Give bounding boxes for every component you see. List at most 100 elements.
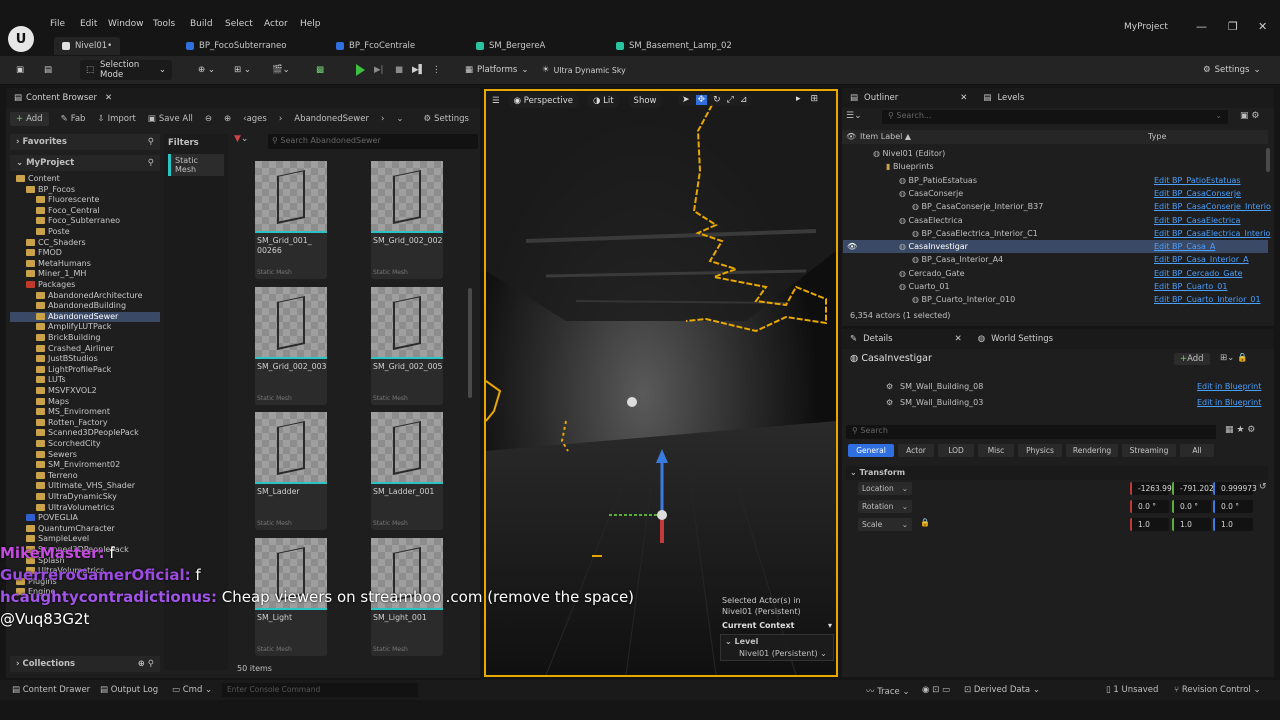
level-selector[interactable]: ⌄ Level Nivel01 (Persistent) ⌄ [720, 634, 834, 661]
folder-tree-item[interactable]: AmplifyLUTPack [10, 322, 160, 333]
rotation-x-field[interactable]: 0.0 ° [1130, 500, 1169, 513]
folder-tree-item[interactable]: SM_Enviroment02 [10, 460, 160, 471]
surface-snap-icon[interactable]: ⊿ [740, 95, 748, 105]
browser-settings-button[interactable]: ⚙ Settings [424, 114, 470, 124]
breadcrumb-parent[interactable]: ‹ages [243, 114, 267, 124]
asset-tile[interactable]: SM_Ladder Static Mesh [255, 412, 327, 530]
search-icon[interactable]: ⚲ [148, 158, 154, 168]
document-tab-5[interactable]: SM_Basement_Lamp_02 [616, 37, 732, 55]
location-z-field[interactable]: 0.999973 [1213, 482, 1257, 495]
hamburger-menu-icon[interactable]: ☰ [492, 96, 500, 106]
console-input[interactable]: Enter Console Command [222, 683, 418, 697]
menu-item-select[interactable]: Select [225, 19, 253, 29]
category-general[interactable]: General [848, 444, 894, 457]
outliner-row[interactable]: ◍ CasaElectrica Edit BP_CasaElectrica [843, 214, 1268, 227]
perspective-button[interactable]: ◉ Perspective [507, 94, 579, 108]
sky-button[interactable]: ☀ Ultra Dynamic Sky [542, 60, 626, 80]
scale-tool-icon[interactable]: ⤢ [727, 95, 734, 105]
folder-tree-item[interactable]: LUTs [10, 375, 160, 386]
details-search-input[interactable]: ⚲ Search [846, 425, 1216, 439]
selection-mode-dropdown[interactable]: ⬚ Selection Mode ⌄ [80, 60, 172, 80]
folder-tree-item[interactable]: Sewers [10, 450, 160, 461]
menu-item-help[interactable]: Help [300, 19, 321, 29]
folder-tree-item[interactable]: Fluorescente [10, 195, 160, 206]
search-icon[interactable]: ⚲ [148, 137, 154, 147]
content-browser-tab[interactable]: ▤ Content Browser ✕ [6, 88, 480, 108]
rotation-z-field[interactable]: 0.0 ° [1213, 500, 1253, 513]
edit-blueprint-link[interactable]: Edit BP_Casa_A [1154, 240, 1215, 253]
trace-button[interactable]: 〰 Trace ⌄ [866, 685, 910, 697]
more-options-icon[interactable]: ⋮ [432, 60, 441, 80]
level-value[interactable]: Nivel01 (Persistent) ⌄ [725, 649, 829, 658]
eject-icon[interactable]: ▶▌ [412, 60, 425, 80]
folder-tree-item[interactable]: Crashed_Airliner [10, 344, 160, 355]
scale-y-field[interactable]: 1.0 [1172, 518, 1211, 531]
outliner-row[interactable]: ◍ CasaConserje Edit BP_CasaConserje [843, 187, 1268, 200]
folder-tree-item[interactable]: Foco_Central [10, 206, 160, 217]
folder-tree-item[interactable]: Foco_Subterraneo [10, 216, 160, 227]
asset-scrollbar[interactable] [468, 288, 472, 398]
maximize-icon[interactable]: ❐ [1228, 20, 1238, 33]
static-mesh-filter-chip[interactable]: Static Mesh [168, 154, 224, 176]
outliner-filter-icon[interactable]: ☰⌄ [846, 111, 868, 121]
levels-tab[interactable]: Levels [997, 93, 1024, 103]
show-button[interactable]: Show [627, 94, 663, 108]
play-button[interactable] [356, 64, 365, 76]
asset-tile[interactable]: SM_Ladder_001 Static Mesh [371, 412, 443, 530]
skip-icon[interactable]: ▶| [374, 60, 383, 80]
unreal-logo-icon[interactable]: U [8, 26, 34, 52]
folder-tree-item[interactable]: ScorchedCity [10, 439, 160, 450]
add-collection-icon[interactable]: ⊕ ⚲ [138, 659, 154, 669]
edit-in-blueprint-link[interactable]: Edit in Blueprint [1197, 395, 1261, 410]
close-tab-icon[interactable]: ✕ [960, 93, 967, 103]
folder-tree-item[interactable]: BP_Focos [10, 185, 160, 196]
close-icon[interactable]: ✕ [1258, 20, 1267, 33]
folder-tree-item[interactable]: AbandonedSewer [10, 311, 160, 323]
edit-blueprint-link[interactable]: Edit BP_Cercado_Gate [1154, 267, 1242, 280]
outliner-row[interactable]: ◍ BP_Casa_Interior_A4 Edit BP_Casa_Interi… [843, 253, 1268, 266]
folder-tree-item[interactable]: Poste [10, 227, 160, 238]
edit-blueprint-link[interactable]: Edit BP_Cuarto_01 [1154, 280, 1227, 293]
folder-tree-item[interactable]: AbandonedBuilding [10, 301, 160, 312]
category-all[interactable]: All [1180, 444, 1214, 457]
forward-icon[interactable]: ⊕ [224, 114, 231, 124]
cinematic-icon[interactable]: ▸ [796, 94, 801, 104]
document-tab-1[interactable]: Nivel01• [54, 37, 121, 55]
outliner-search-input[interactable]: ⚲ Search... ⌄ [882, 110, 1228, 124]
folder-tree-item[interactable]: Rotten_Factory [10, 418, 160, 429]
edit-blueprint-link[interactable]: Edit BP_CasaElectrica_Interio [1154, 227, 1270, 240]
rotation-y-field[interactable]: 0.0 ° [1172, 500, 1211, 513]
folder-tree-item[interactable]: LightProfilePack [10, 365, 160, 376]
derived-data-button[interactable]: ⊡ Derived Data ⌄ [964, 685, 1040, 695]
folder-tree-item[interactable]: UltraDynamicSky [10, 492, 160, 503]
back-icon[interactable]: ⊖ [205, 114, 212, 124]
asset-tile[interactable]: SM_Grid_002_005 Static Mesh [371, 286, 443, 405]
menu-item-file[interactable]: File [50, 19, 65, 29]
close-tab-icon[interactable]: ✕ [955, 334, 962, 344]
move-tool-icon[interactable]: ✥ [695, 95, 708, 105]
content-drawer-button[interactable]: ▤ Content Drawer [12, 685, 90, 695]
item-label-column[interactable]: Item Label ▲ [860, 130, 911, 144]
category-actor[interactable]: Actor [898, 444, 934, 457]
rotation-dropdown[interactable]: Rotation ⌄ [858, 500, 912, 513]
component-row[interactable]: ⚙ SM_Wall_Building_03 Edit in Blueprint [842, 395, 1262, 410]
outliner-row[interactable]: ◍ Nivel01 (Editor) [843, 147, 1268, 160]
folder-tree-item[interactable]: MSVFXVOL2 [10, 386, 160, 397]
scale-dropdown[interactable]: Scale ⌄ [858, 518, 912, 531]
minimize-icon[interactable]: — [1196, 20, 1207, 33]
settings-button[interactable]: ⚙ Settings ⌄ [1203, 60, 1261, 80]
rotate-tool-icon[interactable]: ↻ [713, 95, 721, 105]
asset-tile[interactable]: SM_Grid_002_002 Static Mesh [371, 161, 443, 279]
category-lod[interactable]: LOD [938, 444, 974, 457]
reset-icon[interactable]: ↺ [1259, 482, 1267, 492]
type-column[interactable]: Type [1148, 130, 1166, 144]
edit-blueprint-link[interactable]: Edit BP_Cuarto_Interior_01 [1154, 293, 1261, 306]
component-row[interactable]: ⚙ SM_Wall_Building_08 Edit in Blueprint [842, 379, 1262, 394]
save-all-button[interactable]: ▣ Save All [148, 114, 193, 124]
details-add-button[interactable]: +Add [1174, 353, 1210, 365]
category-physics[interactable]: Physics [1018, 444, 1062, 457]
asset-tile[interactable]: SM_Grid_001_ 00266 Static Mesh [255, 161, 327, 279]
menu-item-tools[interactable]: Tools [153, 19, 175, 29]
layout-icon[interactable]: ⊞ [811, 94, 819, 104]
folder-tree-item[interactable]: Ultimate_VHS_Shader [10, 481, 160, 492]
